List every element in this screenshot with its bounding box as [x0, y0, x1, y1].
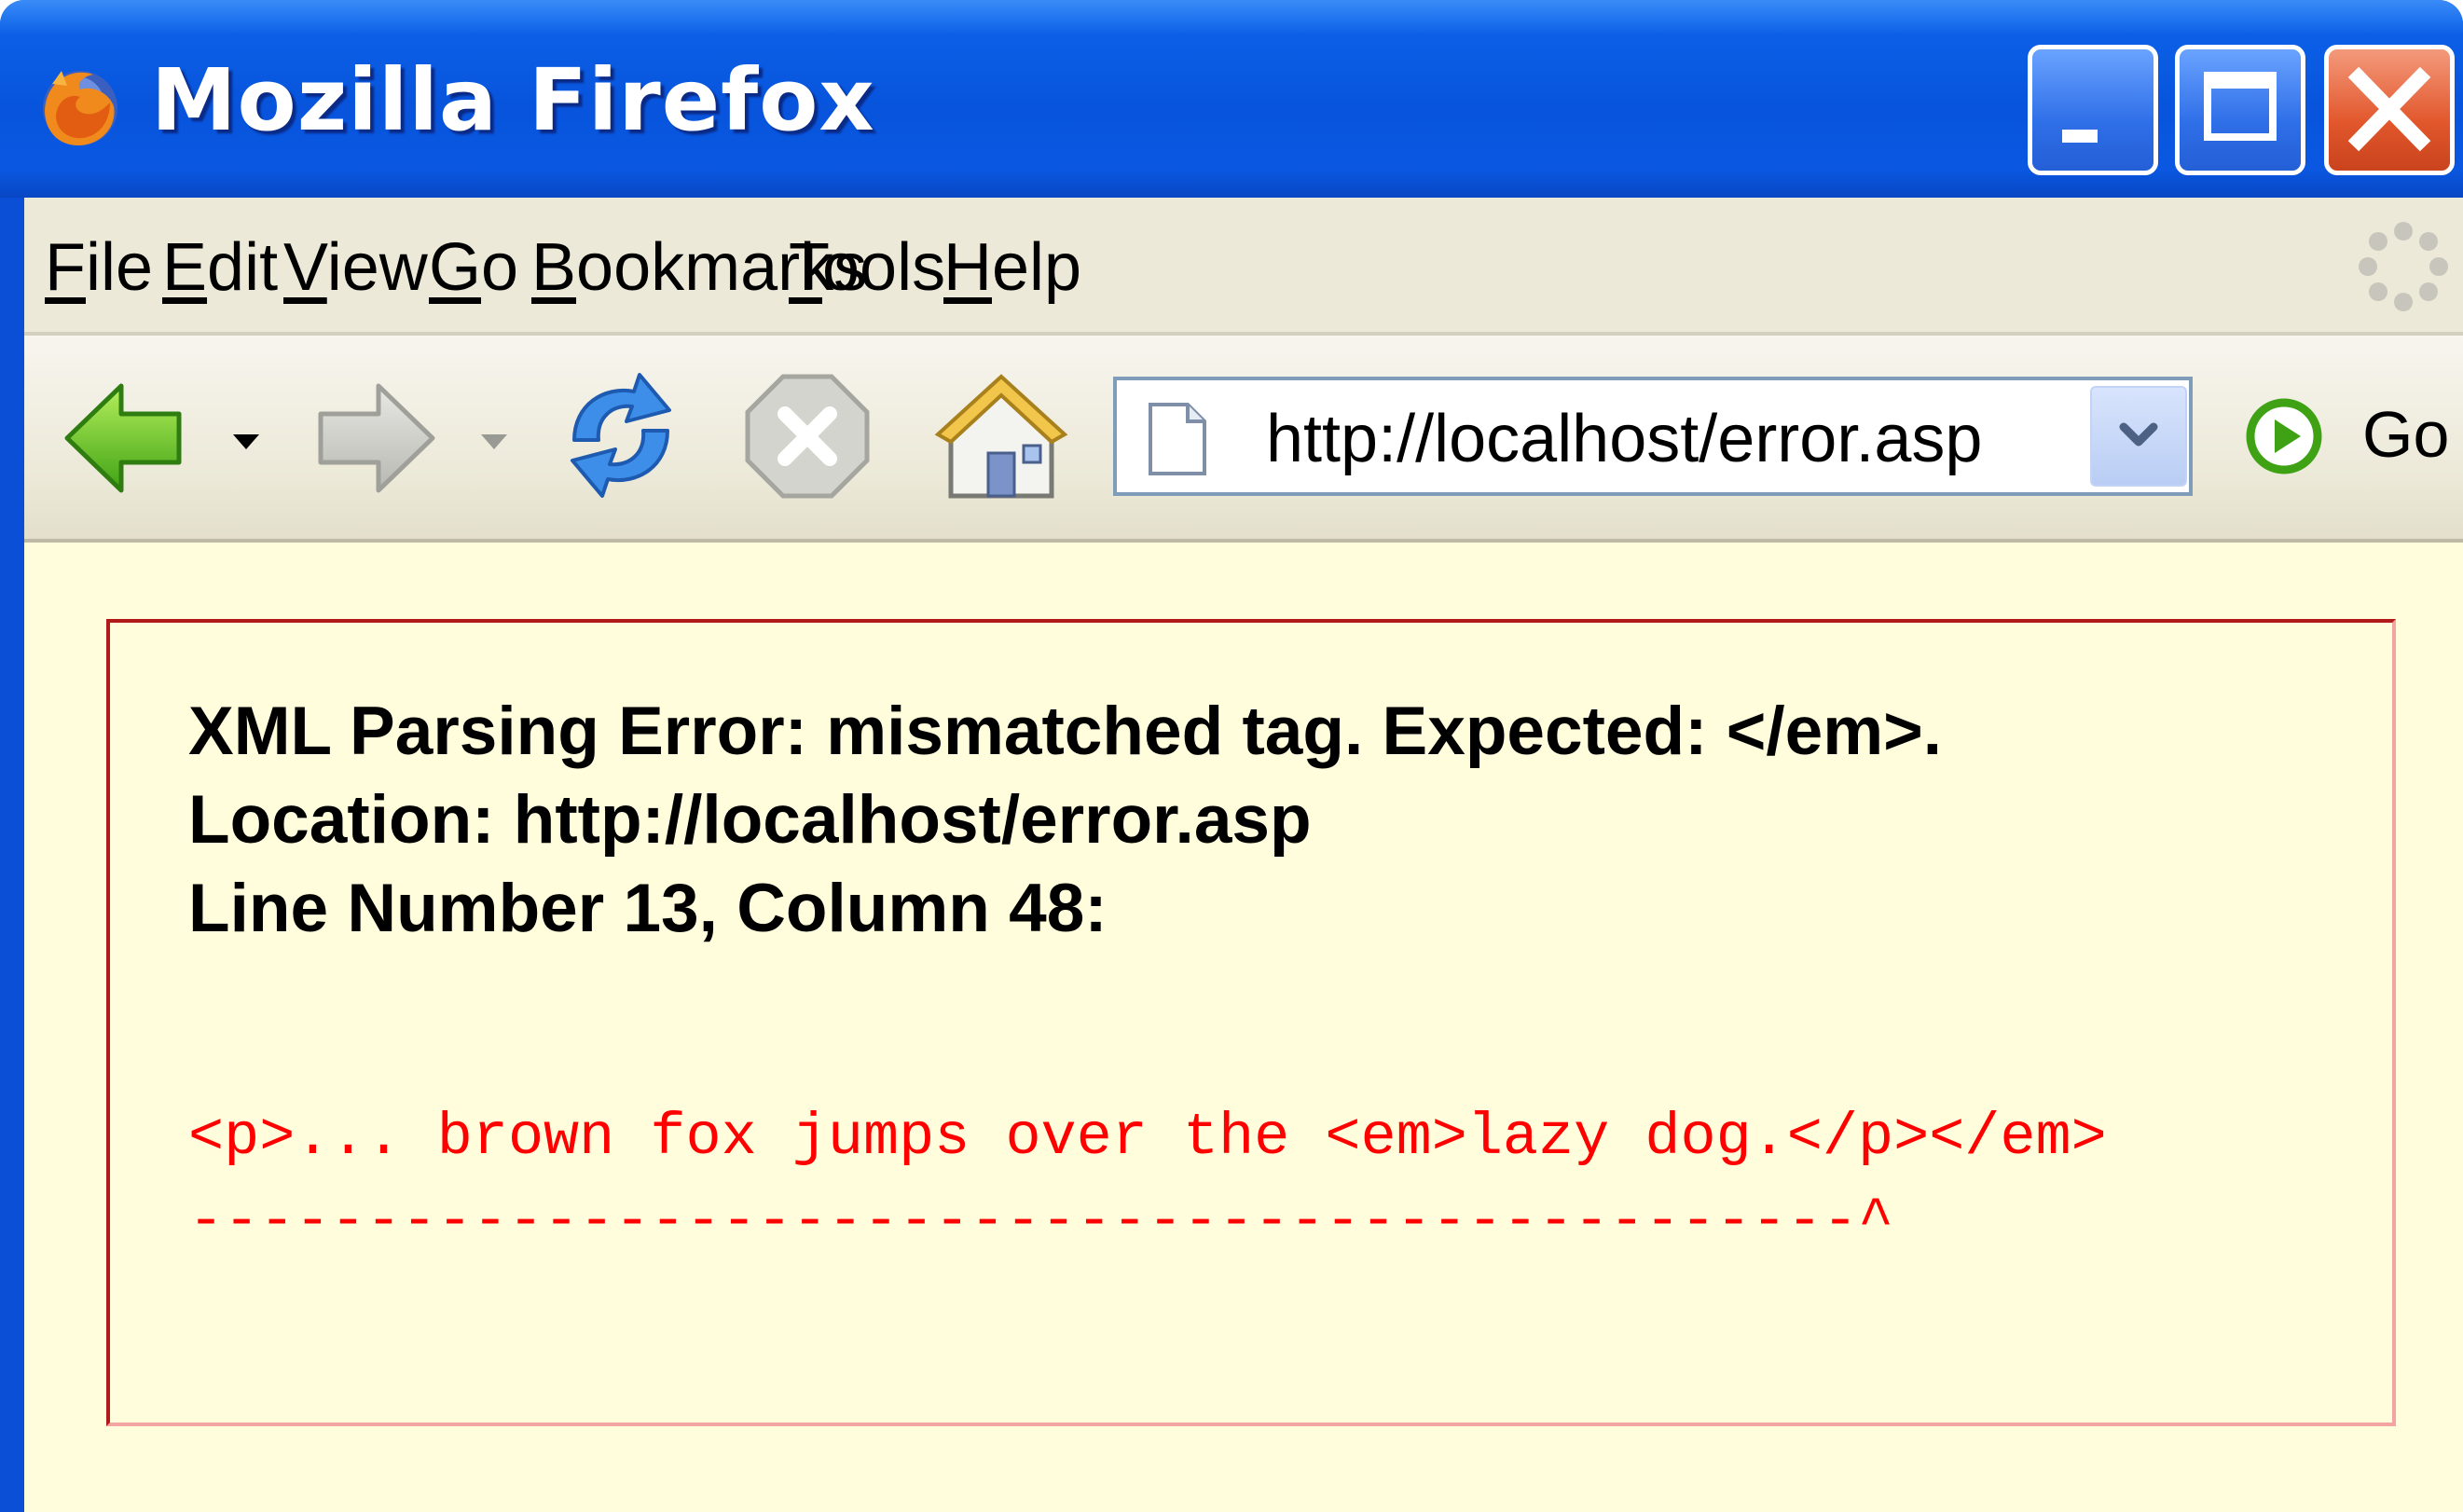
browser-window: Mozilla Firefox File Edit View Go Bookma…	[0, 0, 2463, 1512]
go-button-label[interactable]: Go	[2362, 397, 2449, 472]
close-button[interactable]	[2324, 45, 2455, 175]
menu-label: elp	[992, 230, 1082, 305]
error-pointer: ----------------------------------------…	[188, 1189, 1894, 1256]
menu-label: dit	[207, 230, 279, 305]
forward-arrow-icon[interactable]	[310, 377, 440, 498]
menu-accel: E	[162, 230, 208, 305]
menu-accel: B	[531, 230, 577, 305]
back-dropdown-arrow[interactable]	[233, 434, 259, 449]
page-icon	[1149, 403, 1206, 475]
menu-label: ools	[822, 230, 946, 305]
firefox-logo-icon	[43, 71, 117, 145]
page-content: XML Parsing Error: mismatched tag. Expec…	[24, 543, 2463, 1512]
minimize-button[interactable]	[2028, 45, 2158, 175]
navigation-toolbar: http://localhost/error.asp Go	[24, 336, 2463, 543]
menu-accel: V	[283, 230, 327, 305]
error-message: XML Parsing Error: mismatched tag. Expec…	[188, 694, 1943, 769]
menu-edit[interactable]: Edit	[162, 229, 278, 306]
chevron-down-icon	[2119, 422, 2158, 447]
menu-label: iew	[326, 230, 428, 305]
title-bar[interactable]: Mozilla Firefox	[0, 0, 2463, 198]
forward-dropdown-arrow[interactable]	[481, 434, 507, 449]
menu-bar: File Edit View Go Bookmarks Tools Help	[24, 198, 2463, 336]
close-icon	[2347, 66, 2431, 152]
maximize-button[interactable]	[2175, 45, 2305, 175]
go-arrow-icon[interactable]	[2243, 395, 2325, 477]
address-dropdown-button[interactable]	[2090, 386, 2187, 487]
reload-icon[interactable]	[556, 367, 686, 503]
address-input[interactable]: http://localhost/error.asp	[1266, 401, 1982, 477]
menu-label: ile	[85, 230, 154, 305]
menu-go[interactable]: Go	[429, 229, 518, 306]
throbber-icon	[2359, 222, 2448, 311]
home-icon[interactable]	[930, 369, 1070, 503]
stop-icon[interactable]	[742, 371, 873, 502]
menu-accel: F	[45, 230, 86, 305]
window-title: Mozilla Firefox	[151, 50, 875, 150]
address-bar[interactable]: http://localhost/error.asp	[1113, 377, 2193, 496]
error-line-number: Line Number 13, Column 48:	[188, 871, 1108, 946]
menu-label: o	[481, 230, 519, 305]
menu-tools[interactable]: Tools	[789, 229, 945, 306]
minimize-icon	[2062, 130, 2098, 143]
error-location: Location: http://localhost/error.asp	[188, 782, 1312, 858]
back-arrow-icon[interactable]	[60, 377, 190, 498]
menu-accel: G	[429, 230, 482, 305]
menu-view[interactable]: View	[283, 229, 428, 306]
menu-accel: H	[943, 230, 992, 305]
error-source-text: <p>... brown fox jumps over the <em>lazy…	[188, 1105, 2107, 1172]
menu-accel: T	[789, 230, 822, 305]
menu-file[interactable]: File	[45, 229, 153, 306]
menu-help[interactable]: Help	[943, 229, 1081, 306]
maximize-icon	[2204, 72, 2277, 141]
xml-error-box: XML Parsing Error: mismatched tag. Expec…	[106, 619, 2396, 1426]
